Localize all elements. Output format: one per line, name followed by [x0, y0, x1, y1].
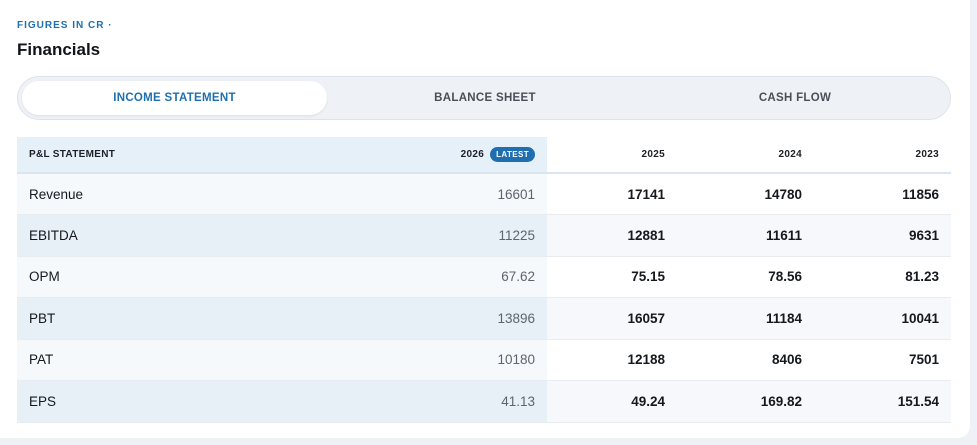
row-latest-value: 11225: [267, 214, 547, 257]
financials-card: FIGURES IN CR · Financials INCOME STATEM…: [0, 0, 970, 438]
financials-table: P&L STATEMENT 2026 LATEST 2025 2024 2023 …: [17, 137, 951, 423]
table-row: EPS 41.13 49.24 169.82 151.54: [17, 380, 951, 423]
row-value: 9631: [814, 214, 951, 257]
row-value: 12881: [547, 214, 677, 257]
row-value: 10041: [814, 297, 951, 340]
table-row: OPM 67.62 75.15 78.56 81.23: [17, 256, 951, 298]
year-header-2025: 2025: [547, 137, 677, 174]
row-value: 75.15: [547, 256, 677, 298]
row-value: 11611: [677, 214, 814, 257]
tab-income-statement[interactable]: INCOME STATEMENT: [22, 81, 327, 115]
tab-balance-sheet[interactable]: BALANCE SHEET: [330, 81, 640, 115]
row-value: 11856: [814, 173, 951, 215]
row-latest-value: 67.62: [267, 256, 547, 298]
row-metric-label: Revenue: [17, 173, 267, 215]
row-latest-value: 16601: [267, 173, 547, 215]
pl-statement-header: P&L STATEMENT: [17, 137, 267, 174]
row-value: 78.56: [677, 256, 814, 298]
statement-tabs: INCOME STATEMENT BALANCE SHEET CASH FLOW: [17, 76, 951, 120]
table-row: Revenue 16601 17141 14780 11856: [17, 173, 951, 215]
row-value: 8406: [677, 339, 814, 381]
row-metric-label: EBITDA: [17, 214, 267, 257]
row-metric-label: OPM: [17, 256, 267, 298]
latest-year-label: 2026: [460, 149, 485, 161]
row-value: 49.24: [547, 380, 677, 423]
latest-year-header: 2026 LATEST: [267, 137, 547, 174]
row-value: 151.54: [814, 380, 951, 423]
table-row: PBT 13896 16057 11184 10041: [17, 297, 951, 340]
row-value: 16057: [547, 297, 677, 340]
row-metric-label: PAT: [17, 339, 267, 381]
row-value: 169.82: [677, 380, 814, 423]
table-row: PAT 10180 12188 8406 7501: [17, 339, 951, 381]
latest-badge: LATEST: [490, 147, 535, 162]
row-value: 14780: [677, 173, 814, 215]
table-row: EBITDA 11225 12881 11611 9631: [17, 214, 951, 257]
table-header-row: P&L STATEMENT 2026 LATEST 2025 2024 2023: [17, 137, 951, 174]
row-latest-value: 10180: [267, 339, 547, 381]
row-value: 7501: [814, 339, 951, 381]
year-header-2024: 2024: [677, 137, 814, 174]
section-title: Financials: [17, 40, 101, 59]
row-metric-label: PBT: [17, 297, 267, 340]
tab-cash-flow[interactable]: CASH FLOW: [640, 81, 950, 115]
row-latest-value: 41.13: [267, 380, 547, 423]
row-value: 81.23: [814, 256, 951, 298]
row-value: 12188: [547, 339, 677, 381]
row-latest-value: 13896: [267, 297, 547, 340]
year-header-2023: 2023: [814, 137, 951, 174]
row-metric-label: EPS: [17, 380, 267, 423]
figures-unit-label: FIGURES IN CR ·: [17, 20, 113, 31]
row-value: 11184: [677, 297, 814, 340]
row-value: 17141: [547, 173, 677, 215]
